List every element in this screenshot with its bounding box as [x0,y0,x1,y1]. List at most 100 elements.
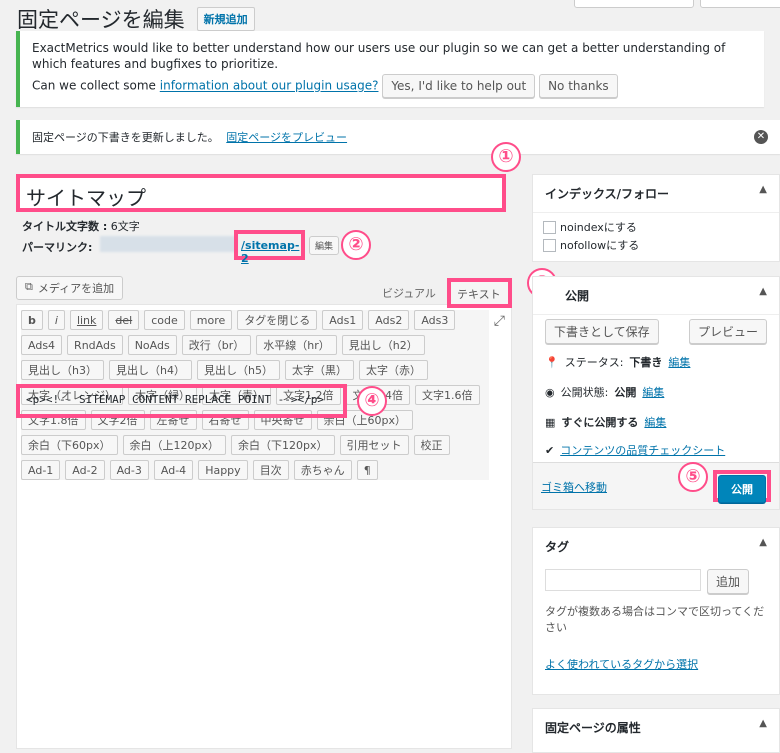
dismiss-icon[interactable]: ✕ [754,130,768,144]
preview-page-link[interactable]: 固定ページをプレビュー [226,131,347,144]
toggle-arrow-icon[interactable]: ▲ [759,184,767,195]
noindex-checkbox[interactable]: noindexにする [543,219,769,235]
quicktag-button[interactable]: Ad-4 [153,460,194,480]
yes-help-button[interactable]: Yes, I'd like to help out [382,74,536,98]
quicktag-button[interactable]: ¶ [356,460,378,480]
quicktag-button[interactable]: 目次 [252,460,289,480]
quicktag-button[interactable]: 水平線（hr） [256,335,337,355]
page-attributes-title: 固定ページの属性 [545,721,641,735]
quicktag-button[interactable]: 太字（赤） [358,360,428,380]
tab-text-highlight: テキスト [447,278,512,308]
quicktag-button[interactable]: 文字1.6倍 [415,385,480,405]
exactmetrics-notice: ExactMetrics would like to better unders… [16,31,764,107]
marker-2: ② [341,230,371,260]
save-draft-button[interactable]: 下書きとして保存 [545,319,659,344]
publish-box-title: 公開 [565,289,590,303]
quicktag-button[interactable]: 見出し（h2） [341,335,425,355]
trash-link[interactable]: ゴミ箱へ移動 [541,479,607,495]
add-new-button[interactable]: 新規追加 [196,7,255,31]
page-attributes-box: 固定ページの属性 ▲ [532,708,780,753]
title-count-value: 6文字 [110,220,140,233]
notice-question: Can we collect some [32,78,156,93]
quicktag-button[interactable]: Ads4 [21,335,63,355]
notice-text: ExactMetrics would like to better unders… [32,41,726,71]
edit-visibility-link[interactable]: 編集 [642,384,664,400]
editor-content[interactable]: <p><!-- SITEMAP CONTENT REPLACE POINT --… [20,388,343,411]
quicktag-button[interactable]: more [189,310,233,330]
quicktag-button[interactable]: 見出し（h3） [21,360,104,380]
add-tag-button[interactable]: 追加 [707,569,750,594]
index-follow-box: インデックス/フォロー ▲ noindexにする nofollowにする [532,174,780,262]
tab-visual[interactable]: ビジュアル [376,283,442,303]
quicktag-button[interactable]: 校正 [413,435,450,455]
quicktag-button[interactable]: code [144,310,185,330]
quicktag-button[interactable]: Ads3 [414,310,456,330]
tag-input[interactable] [545,569,701,591]
quicktag-button[interactable]: Happy [198,460,248,480]
quicktag-button[interactable]: b [21,310,43,330]
quicktag-button[interactable]: Ad-2 [65,460,105,480]
update-notice: 固定ページの下書きを更新しました。 固定ページをプレビュー ✕ [16,120,780,154]
plugin-usage-link[interactable]: information about our plugin usage? [160,79,379,93]
marker-4: ④ [357,386,387,416]
edit-status-link[interactable]: 編集 [668,354,690,370]
quicktag-button[interactable]: 赤ちゃん [293,460,352,480]
eye-icon: ◉ [545,385,555,399]
quicktag-button[interactable]: 見出し（h4） [108,360,192,380]
toggle-arrow-icon[interactable]: ▲ [759,537,767,548]
marker-1: ① [491,142,521,172]
quicktag-button[interactable]: i [47,310,65,330]
quicktag-button[interactable]: 余白（上120px） [122,435,226,455]
title-count: タイトル文字数 : 6文字 [22,218,140,234]
toggle-arrow-icon[interactable]: ▲ [759,286,767,297]
tag-help-text: タグが複数ある場合はコンマで区切ってください [545,605,765,634]
calendar-icon: ▦ [545,415,556,429]
quicktag-button[interactable]: Ads2 [368,310,410,330]
check-icon: ✔ [545,443,555,457]
quicktag-button[interactable]: 余白（下60px） [21,435,118,455]
media-icon: ⧉ [25,280,33,293]
popular-tags-link[interactable]: よく使われているタグから選択 [545,658,698,671]
pin-icon: 📍 [545,355,559,369]
status-row: 📍 ステータス: 下書き 編集 [545,354,691,370]
permalink-slug-link[interactable]: /sitemap-2 [238,234,301,270]
fullscreen-icon[interactable]: ⤢ [494,313,505,329]
no-thanks-button[interactable]: No thanks [539,74,618,98]
quicktag-button[interactable]: 改行（br） [181,335,252,355]
tab-text[interactable]: テキスト [451,282,508,304]
publish-button[interactable]: 公開 [718,475,766,503]
quality-checklist-link[interactable]: コンテンツの品質チェックシート [560,442,725,458]
tag-box: タグ ▲ 追加 タグが複数ある場合はコンマで区切ってください よく使われているタグ… [532,527,780,695]
schedule-row: ▦ すぐに公開する 編集 [545,414,667,430]
quicktag-button[interactable]: NoAds [127,335,177,355]
quicktag-button[interactable]: 太字（黒） [284,360,354,380]
permalink-edit-button[interactable]: 編集 [309,236,340,255]
quicktag-button[interactable]: link [69,310,104,330]
page-header: 固定ページを編集 新規追加 [17,4,255,34]
preview-button[interactable]: プレビュー [688,319,767,344]
quicktag-button[interactable]: タグを閉じる [237,310,318,330]
toggle-arrow-icon[interactable]: ▲ [759,718,767,729]
tag-box-title: タグ [545,540,570,554]
quicktag-button[interactable]: Ad-3 [109,460,149,480]
quicktag-button[interactable]: RndAds [67,335,123,355]
quicktag-button[interactable]: Ads1 [322,310,364,330]
text-editor[interactable]: b i link del code more タグを閉じる Ads1 Ads2 Ads3 Ads4 R… [16,304,512,749]
nofollow-checkbox[interactable]: nofollowにする [543,237,769,253]
post-title-input[interactable]: サイトマップ [16,174,506,212]
quicktag-button[interactable]: del [108,310,140,330]
quicktag-button[interactable]: Ad-1 [21,460,61,480]
quicktag-button[interactable]: 余白（下120px） [231,435,335,455]
permalink-label: パーマリンク: [22,241,93,254]
quicktag-button[interactable]: 引用セット [339,435,409,455]
update-text: 固定ページの下書きを更新しました。 [32,131,219,144]
screen-options-button[interactable] [574,0,694,8]
quicktag-button[interactable]: 見出し（h5） [196,360,280,380]
add-media-button[interactable]: ⧉ メディアを追加 [16,276,124,300]
code-highlight: <p><!-- SITEMAP CONTENT REPLACE POINT --… [16,384,347,418]
permalink-slug-highlight: /sitemap-2 [234,230,305,265]
help-button[interactable] [700,0,780,8]
permalink-base-url [100,236,237,252]
edit-schedule-link[interactable]: 編集 [644,414,666,430]
page-title: 固定ページを編集 [17,8,185,32]
